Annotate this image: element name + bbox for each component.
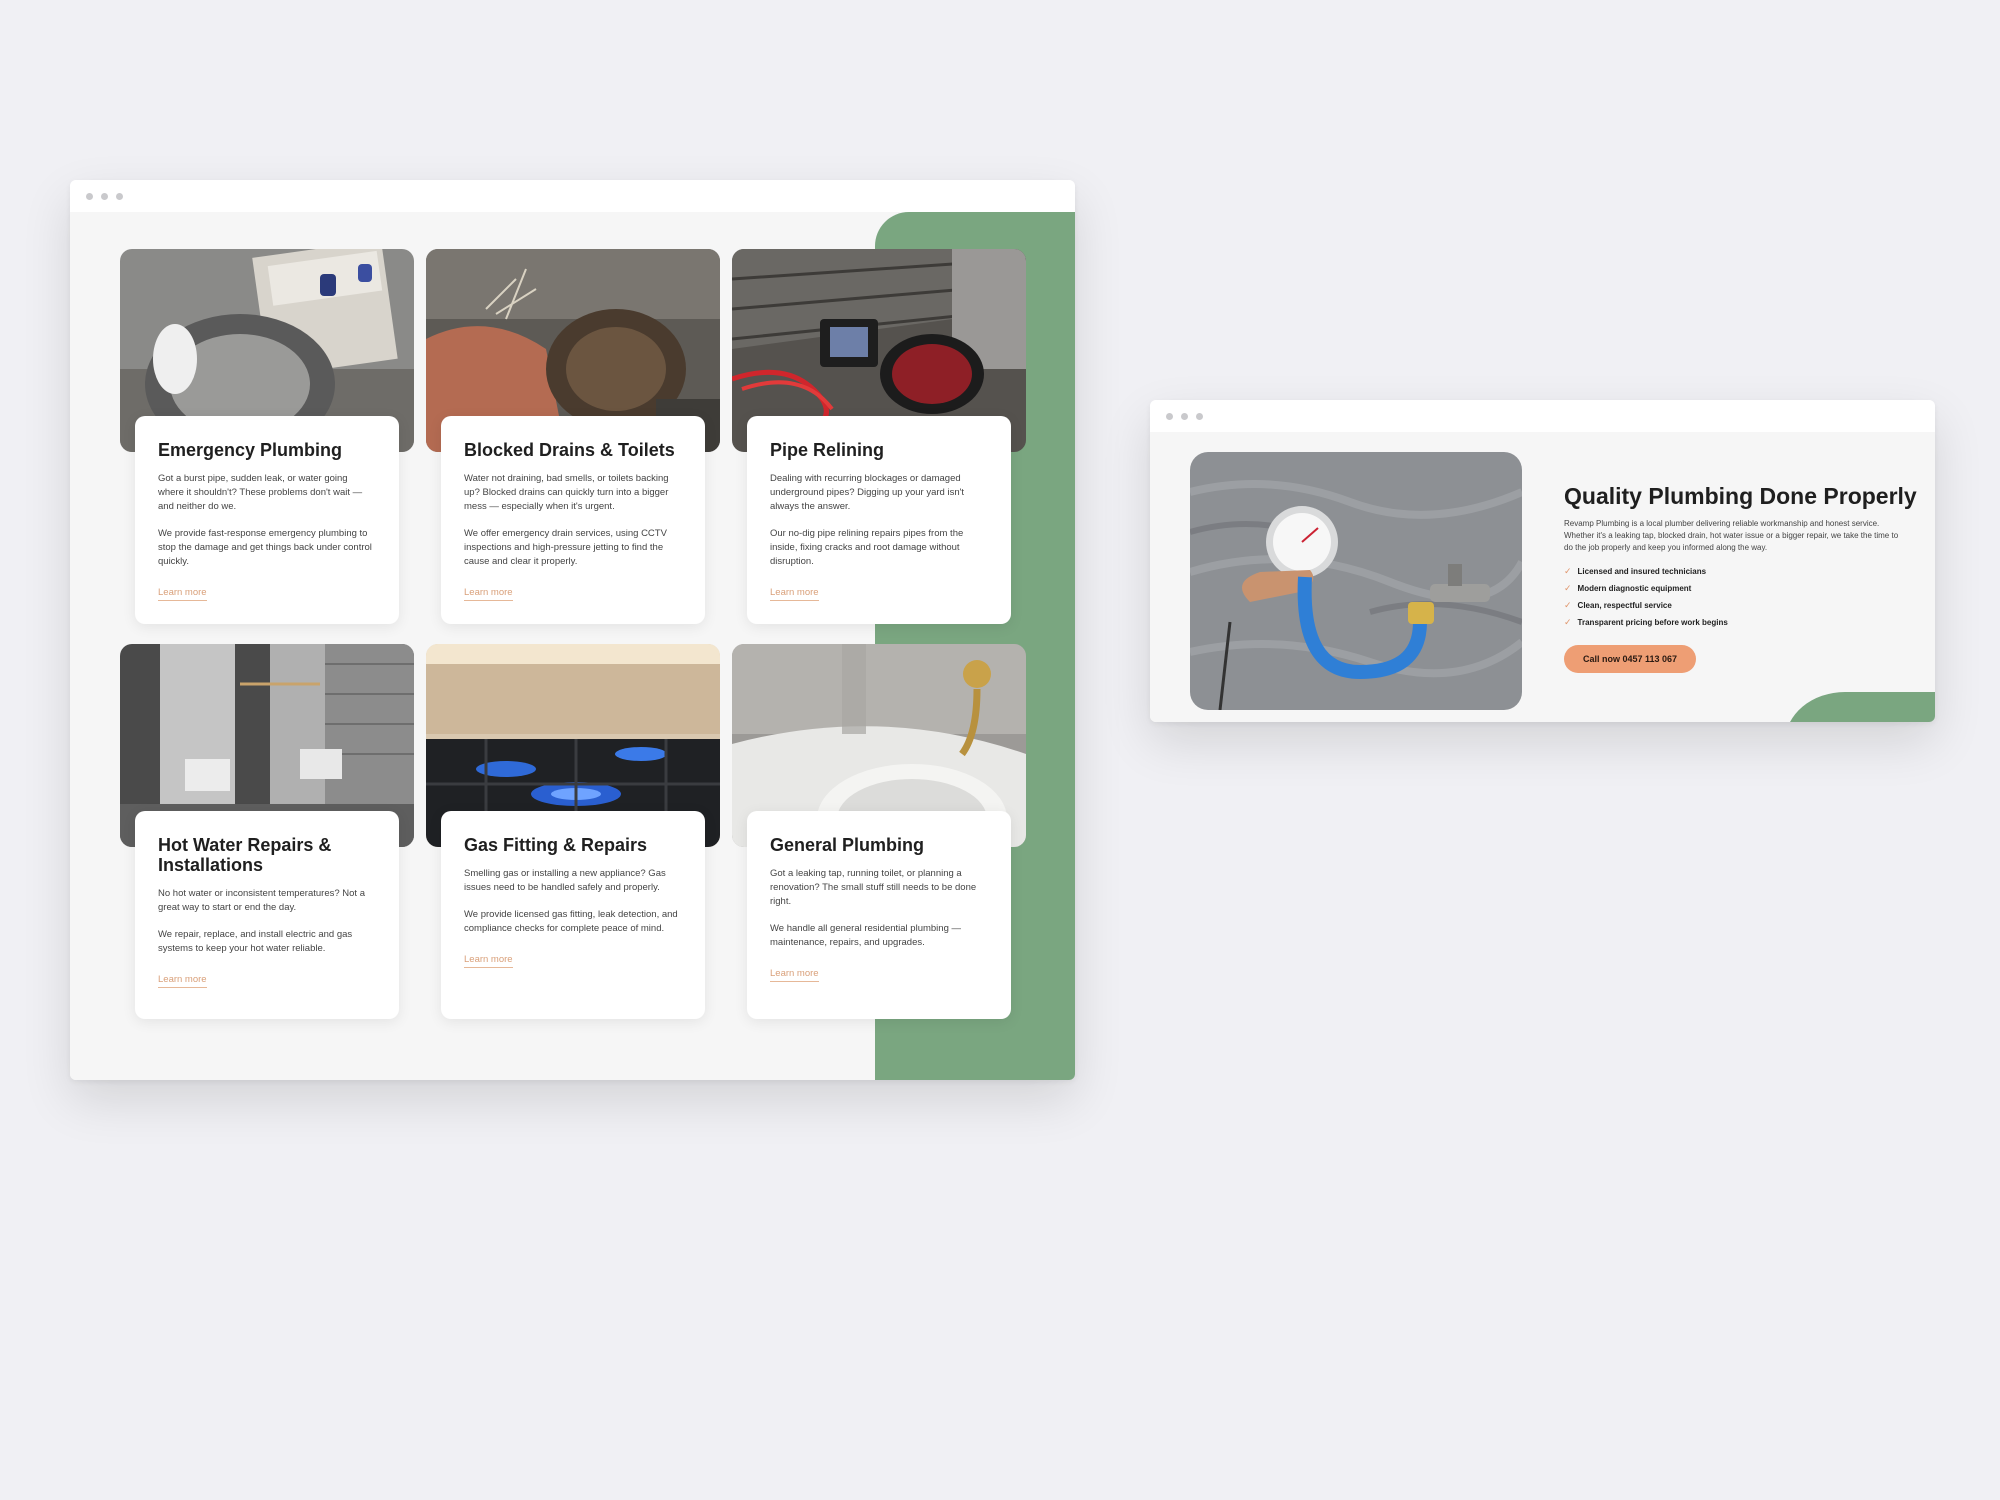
service-emergency-plumbing: Emergency Plumbing Got a burst pipe, sud… <box>120 249 414 626</box>
check-icon: ✓ <box>1564 566 1572 576</box>
call-now-button[interactable]: Call now 0457 113 067 <box>1564 645 1697 673</box>
service-description: No hot water or inconsistent temperature… <box>158 888 365 913</box>
services-section: Emergency Plumbing Got a burst pipe, sud… <box>70 212 1075 1080</box>
service-card: Gas Fitting & Repairs Smelling gas or in… <box>441 811 705 1019</box>
feature-label: Transparent pricing before work begins <box>1577 618 1728 627</box>
feature-item: ✓ Clean, respectful service <box>1564 597 1904 614</box>
check-icon: ✓ <box>1564 600 1572 610</box>
quality-description: Revamp Plumbing is a local plumber deliv… <box>1564 519 1899 552</box>
quality-content: Quality Plumbing Done Properly Revamp Pl… <box>1564 482 1917 673</box>
service-title: Emergency Plumbing <box>158 440 343 460</box>
service-description: Water not draining, bad smells, or toile… <box>464 473 669 512</box>
service-description: Got a leaking tap, running toilet, or pl… <box>770 868 977 907</box>
service-description: We provide fast-response emergency plumb… <box>158 528 372 567</box>
service-pipe-relining: Pipe Relining Dealing with recurring blo… <box>732 249 1026 626</box>
service-description: We repair, replace, and install electric… <box>158 929 353 954</box>
quality-section: Quality Plumbing Done Properly Revamp Pl… <box>1150 432 1935 722</box>
feature-list: ✓ Licensed and insured technicians ✓ Moder… <box>1564 563 1904 631</box>
feature-item: ✓ Transparent pricing before work begins <box>1564 614 1904 631</box>
service-title: Gas Fitting & Repairs <box>464 835 648 855</box>
learn-more-link[interactable]: Learn more <box>464 587 513 601</box>
services-grid: Emergency Plumbing Got a burst pipe, sud… <box>120 249 1026 1021</box>
window-dot-close[interactable] <box>86 192 93 200</box>
learn-more-link[interactable]: Learn more <box>158 974 207 988</box>
service-gas-fitting: Gas Fitting & Repairs Smelling gas or in… <box>426 644 720 1021</box>
service-general-plumbing: General Plumbing Got a leaking tap, runn… <box>732 644 1026 1021</box>
window-dot-maximize[interactable] <box>1196 412 1203 420</box>
check-icon: ✓ <box>1564 583 1572 593</box>
service-description: Smelling gas or installing a new applian… <box>464 868 666 893</box>
learn-more-link[interactable]: Learn more <box>770 587 819 601</box>
learn-more-link[interactable]: Learn more <box>464 954 513 968</box>
window-dot-maximize[interactable] <box>116 192 123 200</box>
service-blocked-drains: Blocked Drains & Toilets Water not drain… <box>426 249 720 626</box>
learn-more-link[interactable]: Learn more <box>158 587 207 601</box>
service-title: Hot Water Repairs & Installations <box>158 835 332 875</box>
service-description: Dealing with recurring blockages or dama… <box>770 473 965 512</box>
feature-label: Modern diagnostic equipment <box>1577 584 1692 593</box>
quality-browser-window: Quality Plumbing Done Properly Revamp Pl… <box>1150 400 1935 722</box>
service-description: We provide licensed gas fitting, leak de… <box>464 909 678 934</box>
window-dot-minimize[interactable] <box>1181 412 1188 420</box>
quality-title: Quality Plumbing Done Properly <box>1564 483 1917 509</box>
service-description: We offer emergency drain services, using… <box>464 528 667 567</box>
service-title: Blocked Drains & Toilets <box>464 440 675 460</box>
feature-label: Clean, respectful service <box>1577 601 1672 610</box>
service-card: Hot Water Repairs & Installations No hot… <box>135 811 399 1019</box>
service-card: Blocked Drains & Toilets Water not drain… <box>441 416 705 624</box>
feature-label: Licensed and insured technicians <box>1577 567 1707 576</box>
service-card: Emergency Plumbing Got a burst pipe, sud… <box>135 416 399 624</box>
service-hot-water: Hot Water Repairs & Installations No hot… <box>120 644 414 1021</box>
service-description: Our no-dig pipe relining repairs pipes f… <box>770 528 964 567</box>
learn-more-link[interactable]: Learn more <box>770 968 819 982</box>
service-card: General Plumbing Got a leaking tap, runn… <box>747 811 1011 1019</box>
service-title: Pipe Relining <box>770 440 885 460</box>
decorative-green-blob <box>1785 692 1935 722</box>
services-browser-window: Emergency Plumbing Got a burst pipe, sud… <box>70 180 1075 1080</box>
window-dot-close[interactable] <box>1166 412 1173 420</box>
service-title: General Plumbing <box>770 835 925 855</box>
window-dot-minimize[interactable] <box>101 192 108 200</box>
window-titlebar <box>1150 400 1935 432</box>
service-card: Pipe Relining Dealing with recurring blo… <box>747 416 1011 624</box>
service-description: We handle all general residential plumbi… <box>770 923 961 948</box>
window-titlebar <box>70 180 1075 212</box>
service-description: Got a burst pipe, sudden leak, or water … <box>158 473 363 512</box>
feature-item: ✓ Modern diagnostic equipment <box>1564 580 1904 597</box>
pressure-gauge-photo <box>1190 452 1522 710</box>
feature-item: ✓ Licensed and insured technicians <box>1564 563 1904 580</box>
check-icon: ✓ <box>1564 617 1572 627</box>
